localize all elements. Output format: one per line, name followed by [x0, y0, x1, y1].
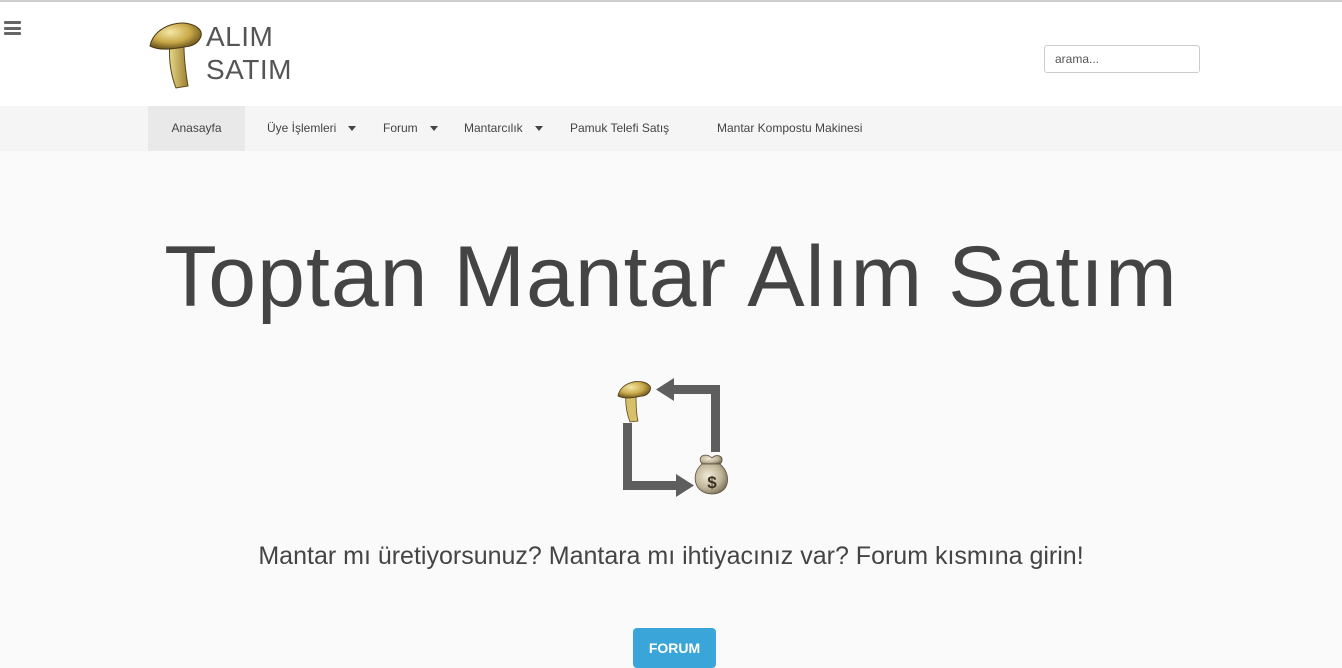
nav-item-label: Forum — [383, 121, 418, 135]
nav-item-label: Mantar Kompostu Makinesi — [717, 121, 863, 135]
logo-text-line1: ALIM — [206, 21, 274, 52]
money-bag-symbol: $ — [707, 473, 717, 492]
site-logo[interactable]: ALIM SATIM — [148, 16, 308, 92]
nav-item-label: Mantarcılık — [464, 121, 523, 135]
forum-button[interactable]: FORUM — [633, 628, 716, 668]
caret-down-icon — [534, 126, 543, 132]
nav-item-label: Pamuk Telefi Satış — [570, 121, 670, 135]
caret-down-icon — [348, 126, 357, 132]
logo-text-line2: SATIM — [206, 54, 292, 85]
nav-item-uye-islemleri[interactable]: Üye İşlemleri — [267, 106, 357, 151]
hero-title: Toptan Mantar Alım Satım — [164, 229, 1178, 325]
caret-down-icon — [429, 126, 438, 132]
nav-item-label: Anasayfa — [171, 121, 222, 135]
nav-item-mantarcilik[interactable]: Mantarcılık — [464, 106, 543, 151]
hamburger-icon[interactable] — [4, 21, 21, 35]
site-header: ALIM SATIM — [0, 2, 1342, 106]
nav-item-label: Üye İşlemleri — [267, 121, 337, 135]
main-nav: Anasayfa Üye İşlemleri Forum Mantarcılık… — [0, 106, 1342, 151]
nav-item-pamuk-telefi[interactable]: Pamuk Telefi Satış — [570, 106, 669, 151]
search-input[interactable] — [1044, 45, 1200, 73]
exchange-arrows-icon: $ — [617, 378, 728, 497]
logo-text: ALIM SATIM — [206, 20, 292, 86]
nav-item-forum[interactable]: Forum — [383, 106, 438, 151]
nav-item-mantar-kompostu[interactable]: Mantar Kompostu Makinesi — [717, 106, 862, 151]
hero-subtitle: Mantar mı üretiyorsunuz? Mantara mı ihti… — [258, 542, 1084, 570]
mushroom-logo-icon — [149, 22, 202, 89]
nav-item-anasayfa[interactable]: Anasayfa — [148, 106, 245, 151]
exchange-graphic: $ — [616, 378, 734, 498]
